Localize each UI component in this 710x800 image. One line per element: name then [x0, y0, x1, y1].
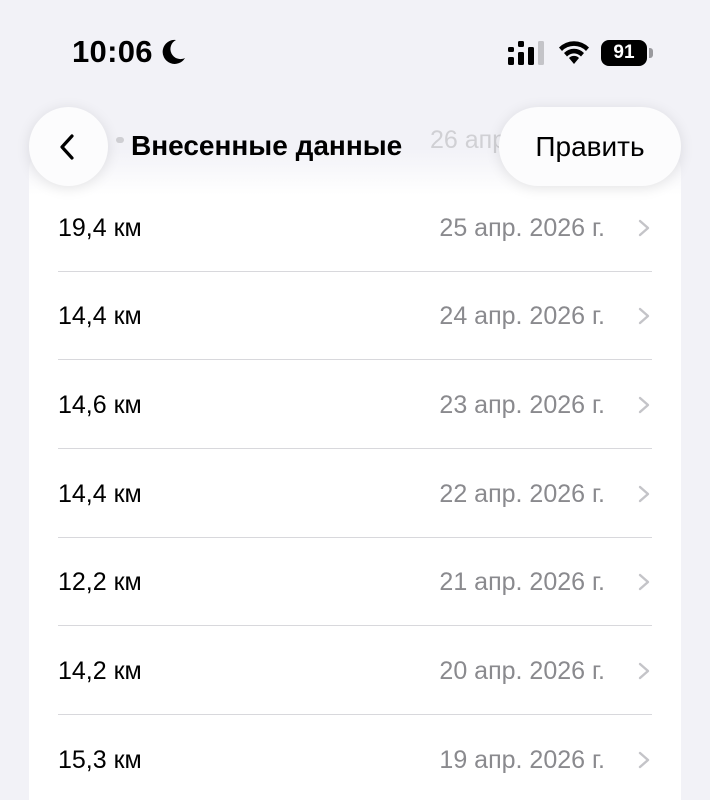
entry-date: 20 апр. 2026 г. — [439, 657, 605, 685]
entry-date: 22 апр. 2026 г. — [439, 480, 605, 508]
row-divider — [58, 448, 652, 449]
cellular-signal-icon — [508, 41, 544, 65]
scrolled-content-ghost — [116, 137, 124, 143]
edit-button[interactable]: Править — [499, 107, 681, 186]
battery-level: 91 — [613, 42, 635, 63]
chevron-right-icon — [638, 485, 650, 503]
chevron-right-icon — [638, 751, 650, 769]
back-button[interactable] — [29, 107, 108, 186]
chevron-right-icon — [638, 307, 650, 325]
chevron-right-icon — [638, 662, 650, 680]
entry-date: 25 апр. 2026 г. — [439, 214, 605, 242]
entry-date: 23 апр. 2026 г. — [439, 391, 605, 419]
moon-icon — [162, 39, 185, 64]
list-item[interactable]: 15,3 км 19 апр. 2026 г. — [29, 716, 681, 800]
chevron-right-icon — [638, 573, 650, 591]
entry-date: 24 апр. 2026 г. — [439, 302, 605, 330]
chevron-right-icon — [638, 219, 650, 237]
list-item[interactable]: 19,4 км 25 апр. 2026 г. — [29, 184, 681, 272]
wifi-icon — [559, 41, 589, 64]
chevron-left-icon — [60, 134, 74, 160]
chevron-right-icon — [638, 396, 650, 414]
entry-date: 21 апр. 2026 г. — [439, 568, 605, 596]
battery-icon: 91 — [601, 40, 647, 66]
list-item[interactable]: 14,4 км 22 апр. 2026 г. — [29, 450, 681, 538]
row-divider — [58, 714, 652, 715]
entry-date: 19 апр. 2026 г. — [439, 746, 605, 774]
list-item[interactable]: 14,2 км 20 апр. 2026 г. — [29, 627, 681, 715]
battery-cap — [649, 48, 653, 58]
page-title: Внесенные данные — [131, 130, 403, 161]
list-item[interactable]: 14,6 км 23 апр. 2026 г. — [29, 361, 681, 449]
status-bar: 10:06 91 — [0, 0, 710, 100]
entry-value: 19,4 км — [58, 214, 142, 242]
list-item[interactable]: 14,4 км 24 апр. 2026 г. — [29, 272, 681, 360]
screen: 10:06 91 19,4 км 25 апр. 2026 г. 14,4 км… — [0, 0, 710, 800]
row-divider — [58, 625, 652, 626]
entry-value: 12,2 км — [58, 568, 142, 596]
entry-value: 14,4 км — [58, 302, 142, 330]
list-item[interactable]: 12,2 км 21 апр. 2026 г. — [29, 538, 681, 626]
entry-value: 14,6 км — [58, 391, 142, 419]
entry-value: 15,3 км — [58, 746, 142, 774]
entry-value: 14,4 км — [58, 480, 142, 508]
entry-value: 14,2 км — [58, 657, 142, 685]
status-time: 10:06 — [72, 34, 153, 69]
row-divider — [58, 359, 652, 360]
